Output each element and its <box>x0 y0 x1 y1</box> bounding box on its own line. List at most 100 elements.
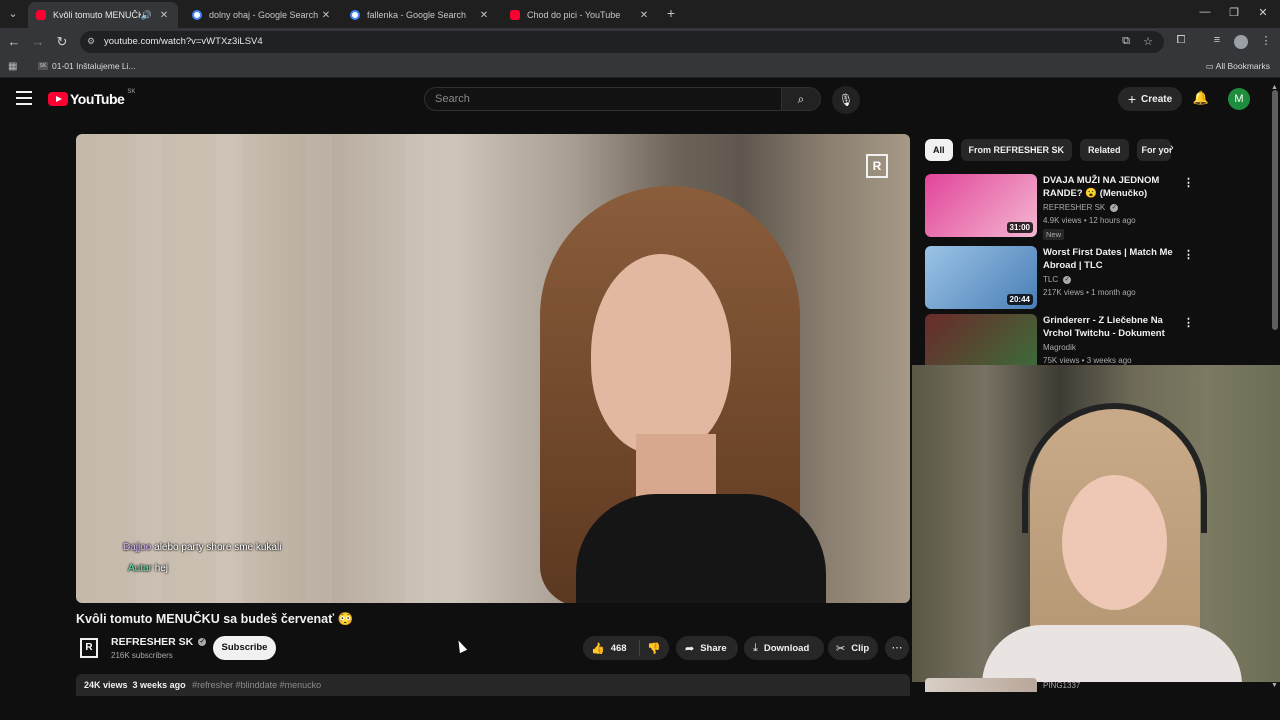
voice-search-button[interactable]: 🎙 <box>832 86 860 114</box>
page-scrollbar[interactable] <box>1272 90 1278 330</box>
search-input[interactable]: Search <box>424 87 782 111</box>
close-icon[interactable]: ✕ <box>320 10 332 21</box>
forward-arrow-icon[interactable]: → <box>30 34 46 50</box>
window-close-icon[interactable]: ✕ <box>1256 6 1270 19</box>
chat-text: hej <box>154 563 169 574</box>
like-dislike-group: 👍 468 👎 <box>583 636 669 660</box>
youtube-favicon-icon <box>36 10 46 20</box>
site-info-icon[interactable]: ⚙ <box>87 36 97 46</box>
like-button[interactable]: 👍 468 <box>583 640 640 656</box>
chat-message: Dajjoo alebo party shore sme kukali <box>123 542 281 553</box>
browser-menu-icon[interactable]: ⋮ <box>1258 34 1274 47</box>
description-box[interactable]: 24K views 3 weeks ago #refresher #blindd… <box>76 674 910 696</box>
verified-check-icon: ✓ <box>198 638 207 646</box>
share-button[interactable]: ➦ Share <box>676 636 738 660</box>
back-arrow-icon[interactable]: ← <box>6 34 22 50</box>
channel-watermark: R <box>866 154 888 178</box>
search-button[interactable]: ⌕ <box>781 87 821 111</box>
verified-check-icon: ✓ <box>1110 203 1119 212</box>
video-thumbnail[interactable]: 31:00 <box>925 174 1037 237</box>
subscribe-button[interactable]: Subscribe <box>213 636 276 660</box>
chat-username: Autar <box>128 563 152 574</box>
recommended-channel[interactable]: TLC ✓ <box>1043 275 1072 284</box>
recommended-video[interactable]: 20:44 Worst First Dates | Match Me Abroa… <box>925 246 1197 310</box>
address-bar[interactable]: ⚙ youtube.com/watch?v=vWTXz3iLSV4 ⧉ ☆ <box>80 31 1164 53</box>
extensions-icon[interactable]: ⧠ <box>1173 34 1189 47</box>
create-button[interactable]: + Create <box>1118 87 1182 111</box>
youtube-favicon-icon <box>510 10 520 20</box>
recommended-title[interactable]: Worst First Dates | Match Me Abroad | TL… <box>1043 246 1173 272</box>
bookmark-item[interactable]: SK 01-01 Inštalujeme Li... <box>38 61 136 71</box>
channel-avatar[interactable]: R <box>80 638 98 658</box>
tab-chod-do-pici[interactable]: Chod do pici - YouTube ✕ <box>502 2 658 28</box>
recommended-channel[interactable]: Magrodik <box>1043 343 1076 352</box>
video-player[interactable]: R Dajjoo alebo party shore sme kukali Au… <box>76 134 910 603</box>
plus-icon: + <box>1127 91 1137 107</box>
recommended-title[interactable]: DVAJA MUŽI NA JEDNOM RANDE? 😮 (Menučko) <box>1043 174 1173 200</box>
hamburger-menu-icon[interactable] <box>16 91 32 105</box>
chip-related[interactable]: Related <box>1080 139 1129 161</box>
close-icon[interactable]: ✕ <box>478 10 490 21</box>
kebab-menu-icon[interactable]: ⋮ <box>1183 248 1194 261</box>
recommended-meta: 75K views • 3 weeks ago <box>1043 356 1132 365</box>
tab-kvoli-tomuto[interactable]: Kvôli tomuto MENUČKU sa 🔊 ✕ <box>28 2 178 28</box>
video-thumbnail[interactable]: 20:44 <box>925 246 1037 309</box>
more-actions-icon[interactable]: ⋯ <box>885 636 909 660</box>
apps-grid-icon[interactable]: ▦ <box>8 61 17 72</box>
tab-fallenka[interactable]: fallenka - Google Search ✕ <box>342 2 498 28</box>
curtain-fold <box>216 134 242 603</box>
chip-from-channel[interactable]: From REFRESHER SK <box>960 139 1073 161</box>
all-bookmarks-label: All Bookmarks <box>1215 61 1270 71</box>
user-avatar[interactable]: M <box>1228 88 1250 110</box>
search-placeholder: Search <box>435 93 470 105</box>
profile-avatar[interactable] <box>1234 35 1248 49</box>
tab-label: Kvôli tomuto MENUČKU sa <box>53 10 141 20</box>
restore-icon[interactable]: ❐ <box>1227 6 1241 19</box>
recommended-channel[interactable]: REFRESHER SK ✓ <box>1043 203 1119 212</box>
minimize-icon[interactable]: — <box>1198 6 1212 18</box>
post-date: 3 weeks ago <box>132 680 186 690</box>
reading-list-icon[interactable]: ≡ <box>1209 34 1225 46</box>
video-title: Kvôli tomuto MENUČKU sa budeš červenať 😳 <box>76 612 354 626</box>
scroll-down-icon[interactable]: ▼ <box>1271 682 1278 689</box>
chip-for-you[interactable]: For you <box>1136 139 1171 161</box>
hashtags[interactable]: #refresher #blinddate #menucko <box>192 680 321 690</box>
create-label: Create <box>1141 93 1173 105</box>
chip-all[interactable]: All <box>925 139 953 161</box>
scroll-up-icon[interactable]: ▲ <box>1271 84 1278 91</box>
share-icon: ➦ <box>685 642 695 655</box>
recommended-video[interactable]: 31:00 DVAJA MUŽI NA JEDNOM RANDE? 😮 (Men… <box>925 174 1197 240</box>
close-icon[interactable]: ✕ <box>638 10 650 21</box>
bookmark-star-icon[interactable]: ☆ <box>1141 35 1155 48</box>
new-tab-plus-icon[interactable]: + <box>664 6 678 20</box>
reload-icon[interactable]: ↻ <box>54 34 70 50</box>
close-icon[interactable]: ✕ <box>158 10 170 21</box>
youtube-logo[interactable]: YouTube SK <box>48 89 135 107</box>
kebab-menu-icon[interactable]: ⋮ <box>1183 316 1194 329</box>
video-thumbnail[interactable] <box>925 678 1037 692</box>
thumbs-up-icon: 👍 <box>591 642 605 655</box>
cast-icon[interactable]: ⧉ <box>1119 35 1133 48</box>
channel-name[interactable]: REFRESHER SK ✓ <box>111 636 207 648</box>
chevron-right-icon[interactable]: › <box>1170 142 1174 154</box>
all-bookmarks-button[interactable]: ▭ All Bookmarks <box>1206 61 1270 72</box>
kebab-menu-icon[interactable]: ⋮ <box>1183 176 1194 189</box>
recommended-title[interactable]: Grindererr - Z Liečebne Na Vrchol Twitch… <box>1043 314 1173 340</box>
tab-label: dolny ohaj - Google Search <box>209 10 319 20</box>
google-favicon-icon <box>350 10 360 20</box>
recommended-channel-text: TLC <box>1043 275 1059 284</box>
download-button[interactable]: ⤓ Download <box>744 636 824 660</box>
channel-name-text: REFRESHER SK <box>111 636 194 648</box>
url-text[interactable]: youtube.com/watch?v=vWTXz3iLSV4 <box>104 36 263 47</box>
person-face <box>591 254 731 454</box>
thumbs-down-icon: 👎 <box>647 642 661 655</box>
dislike-button[interactable]: 👎 <box>640 642 668 655</box>
view-count: 24K views <box>84 680 128 690</box>
clip-button[interactable]: ✂ Clip <box>828 636 878 660</box>
notifications-bell-icon[interactable]: 🔔 <box>1192 90 1210 106</box>
recommended-video-partial[interactable]: PING1337 <box>925 678 1225 692</box>
tab-dolny-ohaj[interactable]: dolny ohaj - Google Search ✕ <box>184 2 340 28</box>
tab-search-icon[interactable]: ⌄ <box>4 5 22 23</box>
headset <box>1022 403 1207 533</box>
speaker-icon[interactable]: 🔊 <box>141 10 152 21</box>
